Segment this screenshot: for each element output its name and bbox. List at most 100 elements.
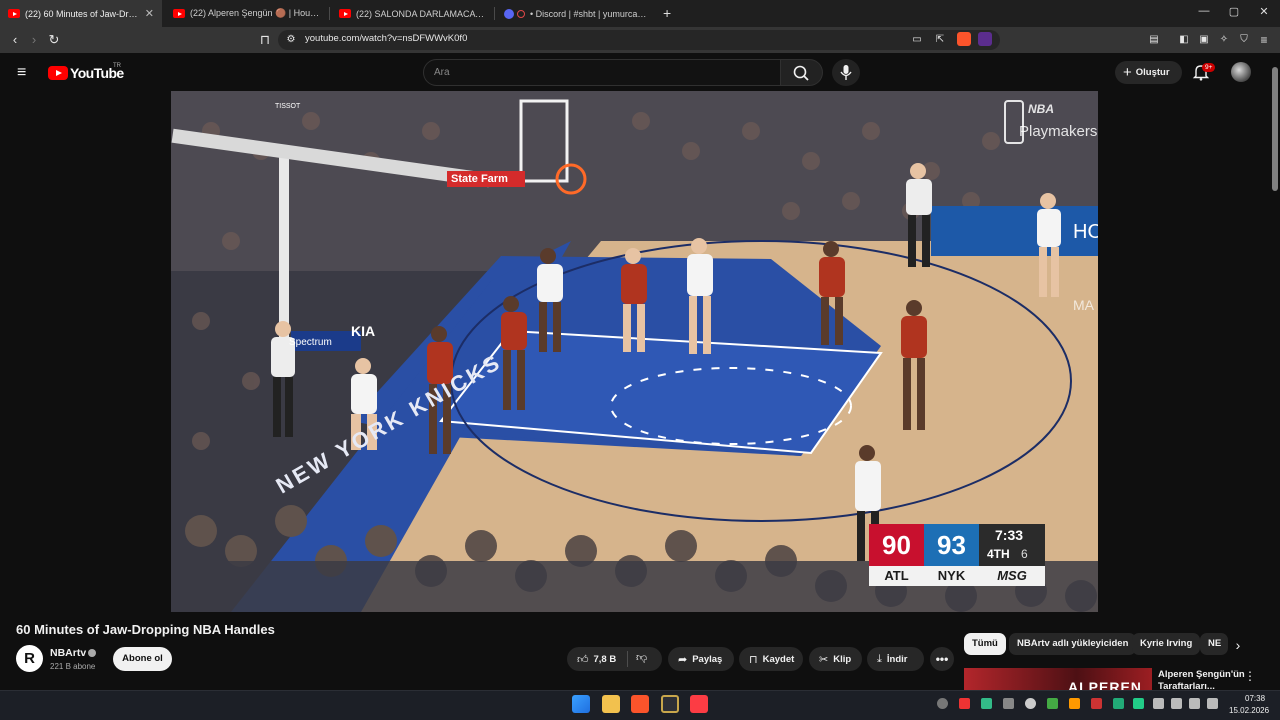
- youtube-icon: [339, 9, 351, 18]
- youtube-icon: [8, 9, 20, 18]
- home-score: 93: [924, 524, 979, 566]
- arena-sign-ho: HO: [1073, 221, 1098, 243]
- url-text[interactable]: youtube.com/watch?v=nsDFWWvK0f0: [305, 33, 467, 44]
- brave-browser-icon[interactable]: [631, 695, 649, 713]
- tab-youtube-nba-handles[interactable]: (22) 60 Minutes of Jaw-Dropping NBA Hand…: [0, 0, 162, 27]
- plus-icon: +: [1123, 64, 1132, 81]
- save-button[interactable]: ⊓ Kaydet: [739, 647, 803, 671]
- like-button[interactable]: 👍︎ 7,8 B: [567, 647, 662, 671]
- chevron-left-icon[interactable]: [1003, 698, 1014, 709]
- scrollbar-thumb[interactable]: [1272, 67, 1278, 191]
- arena-sign-kia: KIA: [351, 323, 376, 339]
- chip-from-uploader[interactable]: NBArtv adlı yükleyiciden: [1009, 633, 1137, 655]
- file-explorer-icon[interactable]: [602, 695, 620, 713]
- thumbs-down-icon: 👎︎: [636, 652, 648, 664]
- wallet-icon[interactable]: ▣: [1196, 32, 1212, 48]
- channel-avatar[interactable]: R: [16, 645, 43, 672]
- dislike-button[interactable]: 👎︎: [636, 651, 647, 664]
- create-button[interactable]: + Oluştur: [1115, 61, 1182, 84]
- tray-app-icon[interactable]: [981, 698, 992, 709]
- tray-app-icon[interactable]: [1069, 698, 1080, 709]
- reader-mode-icon[interactable]: ▤: [1146, 32, 1162, 48]
- verified-icon: [88, 649, 96, 657]
- cast-icon[interactable]: ▭: [909, 32, 925, 48]
- save-label: Kaydet: [762, 653, 795, 665]
- watermark-playmakers: Playmakers: [1019, 123, 1098, 140]
- minimize-button[interactable]: —: [1189, 5, 1219, 17]
- start-icon[interactable]: [572, 695, 590, 713]
- volume-icon[interactable]: [1189, 698, 1200, 709]
- tray-app-icon[interactable]: [1047, 698, 1058, 709]
- back-icon[interactable]: ‹: [7, 32, 23, 48]
- address-bar-row: ‹ › ↻ ⊓ ⚙ ▭ ⇱ ▤ ◧ ▣ ✧ ⛉ ≡: [0, 27, 1280, 53]
- arena-sign-statefarm: State Farm: [451, 173, 508, 185]
- bookmark-icon[interactable]: ⊓: [257, 32, 273, 48]
- network-icon[interactable]: [1171, 698, 1182, 709]
- kebab-menu-icon[interactable]: ⋮: [1244, 669, 1256, 683]
- game-launcher-icon[interactable]: [661, 695, 679, 713]
- tab-label: (22) SALONDA DARLAMACA - YouTube: [356, 8, 485, 19]
- share-icon: ➦: [678, 653, 688, 666]
- tray-app-icon[interactable]: [1133, 698, 1144, 709]
- close-tab-icon[interactable]: ✕: [139, 7, 154, 20]
- discord-icon: [504, 8, 514, 19]
- taskbar-time[interactable]: 07:38: [1245, 694, 1265, 703]
- notification-badge: 9+: [1202, 63, 1216, 72]
- microphone-tray-icon[interactable]: [1153, 698, 1164, 709]
- menu-icon[interactable]: ≡: [1256, 32, 1272, 48]
- new-tab-button[interactable]: +: [663, 5, 671, 21]
- chip-all[interactable]: Tümü: [964, 633, 1006, 655]
- video-title: 60 Minutes of Jaw-Dropping NBA Handles: [16, 622, 275, 637]
- more-actions-button[interactable]: •••: [930, 647, 954, 671]
- arena-sign-ma: MA: [1073, 297, 1094, 313]
- away-score: 90: [869, 524, 924, 566]
- channel-name[interactable]: NBArtv: [50, 647, 86, 659]
- restore-button[interactable]: ▢: [1219, 5, 1249, 18]
- taskbar-date[interactable]: 15.02.2026: [1229, 706, 1269, 715]
- subscriber-count: 221 B abone: [50, 662, 96, 671]
- tray-app-icon[interactable]: [1091, 698, 1102, 709]
- share-page-icon[interactable]: ⇱: [932, 32, 948, 48]
- share-button[interactable]: ➦ Paylaş: [668, 647, 734, 671]
- sidebar-icon[interactable]: ◧: [1176, 32, 1192, 48]
- tray-app-icon[interactable]: [1113, 698, 1124, 709]
- network-logo: MSG: [979, 566, 1045, 586]
- tab-salonda-darlamaca[interactable]: (22) SALONDA DARLAMACA - YouTube: [331, 0, 493, 27]
- youtube-logo-icon[interactable]: [48, 66, 68, 80]
- apple-music-icon[interactable]: [690, 695, 708, 713]
- brave-rewards-icon[interactable]: [978, 32, 992, 46]
- site-info-icon[interactable]: ⚙: [283, 32, 299, 48]
- search-button[interactable]: [781, 59, 823, 86]
- vpn-icon[interactable]: ⛉: [1236, 32, 1252, 48]
- create-label: Oluştur: [1135, 67, 1170, 78]
- tab-discord[interactable]: • Discord | #shbt | yumurcaklar: [496, 0, 656, 27]
- chevron-right-icon[interactable]: ›: [1228, 635, 1248, 655]
- scissors-icon: ✂: [819, 653, 829, 666]
- tab-separator: [329, 7, 330, 20]
- forward-icon[interactable]: ›: [26, 32, 42, 48]
- chip-kyrie-irving[interactable]: Kyrie Irving: [1132, 633, 1201, 655]
- tray-app-icon[interactable]: [1025, 698, 1036, 709]
- account-avatar[interactable]: [1231, 62, 1251, 82]
- steam-tray-icon[interactable]: [937, 698, 948, 709]
- search-input[interactable]: [434, 64, 764, 80]
- microphone-icon: [840, 65, 852, 80]
- subscribe-button[interactable]: Abone ol: [113, 647, 172, 671]
- brave-shields-icon[interactable]: [957, 32, 971, 46]
- arena-sign-spectrum: Spectrum: [289, 337, 332, 348]
- download-button[interactable]: ⤓ İndir: [867, 647, 924, 671]
- game-clock: 7:33: [995, 527, 1024, 543]
- battery-icon[interactable]: [1207, 698, 1218, 709]
- reload-icon[interactable]: ↻: [46, 32, 62, 48]
- thumbs-up-icon: 👍︎: [577, 653, 589, 666]
- voice-search-button[interactable]: [832, 59, 860, 86]
- clip-button[interactable]: ✂ Klip: [809, 647, 862, 671]
- close-window-button[interactable]: ✕: [1249, 5, 1279, 18]
- hamburger-menu-icon[interactable]: ≡: [17, 64, 26, 82]
- leo-ai-icon[interactable]: ✧: [1216, 32, 1232, 48]
- tab-alperen-sengun[interactable]: (22) Alperen Şengün 🟤 | Houston Rockets: [165, 0, 328, 27]
- tray-app-icon[interactable]: [959, 698, 970, 709]
- chip-truncated[interactable]: NE: [1200, 633, 1228, 655]
- quarter: 4TH: [987, 547, 1010, 561]
- like-divider: [627, 651, 628, 667]
